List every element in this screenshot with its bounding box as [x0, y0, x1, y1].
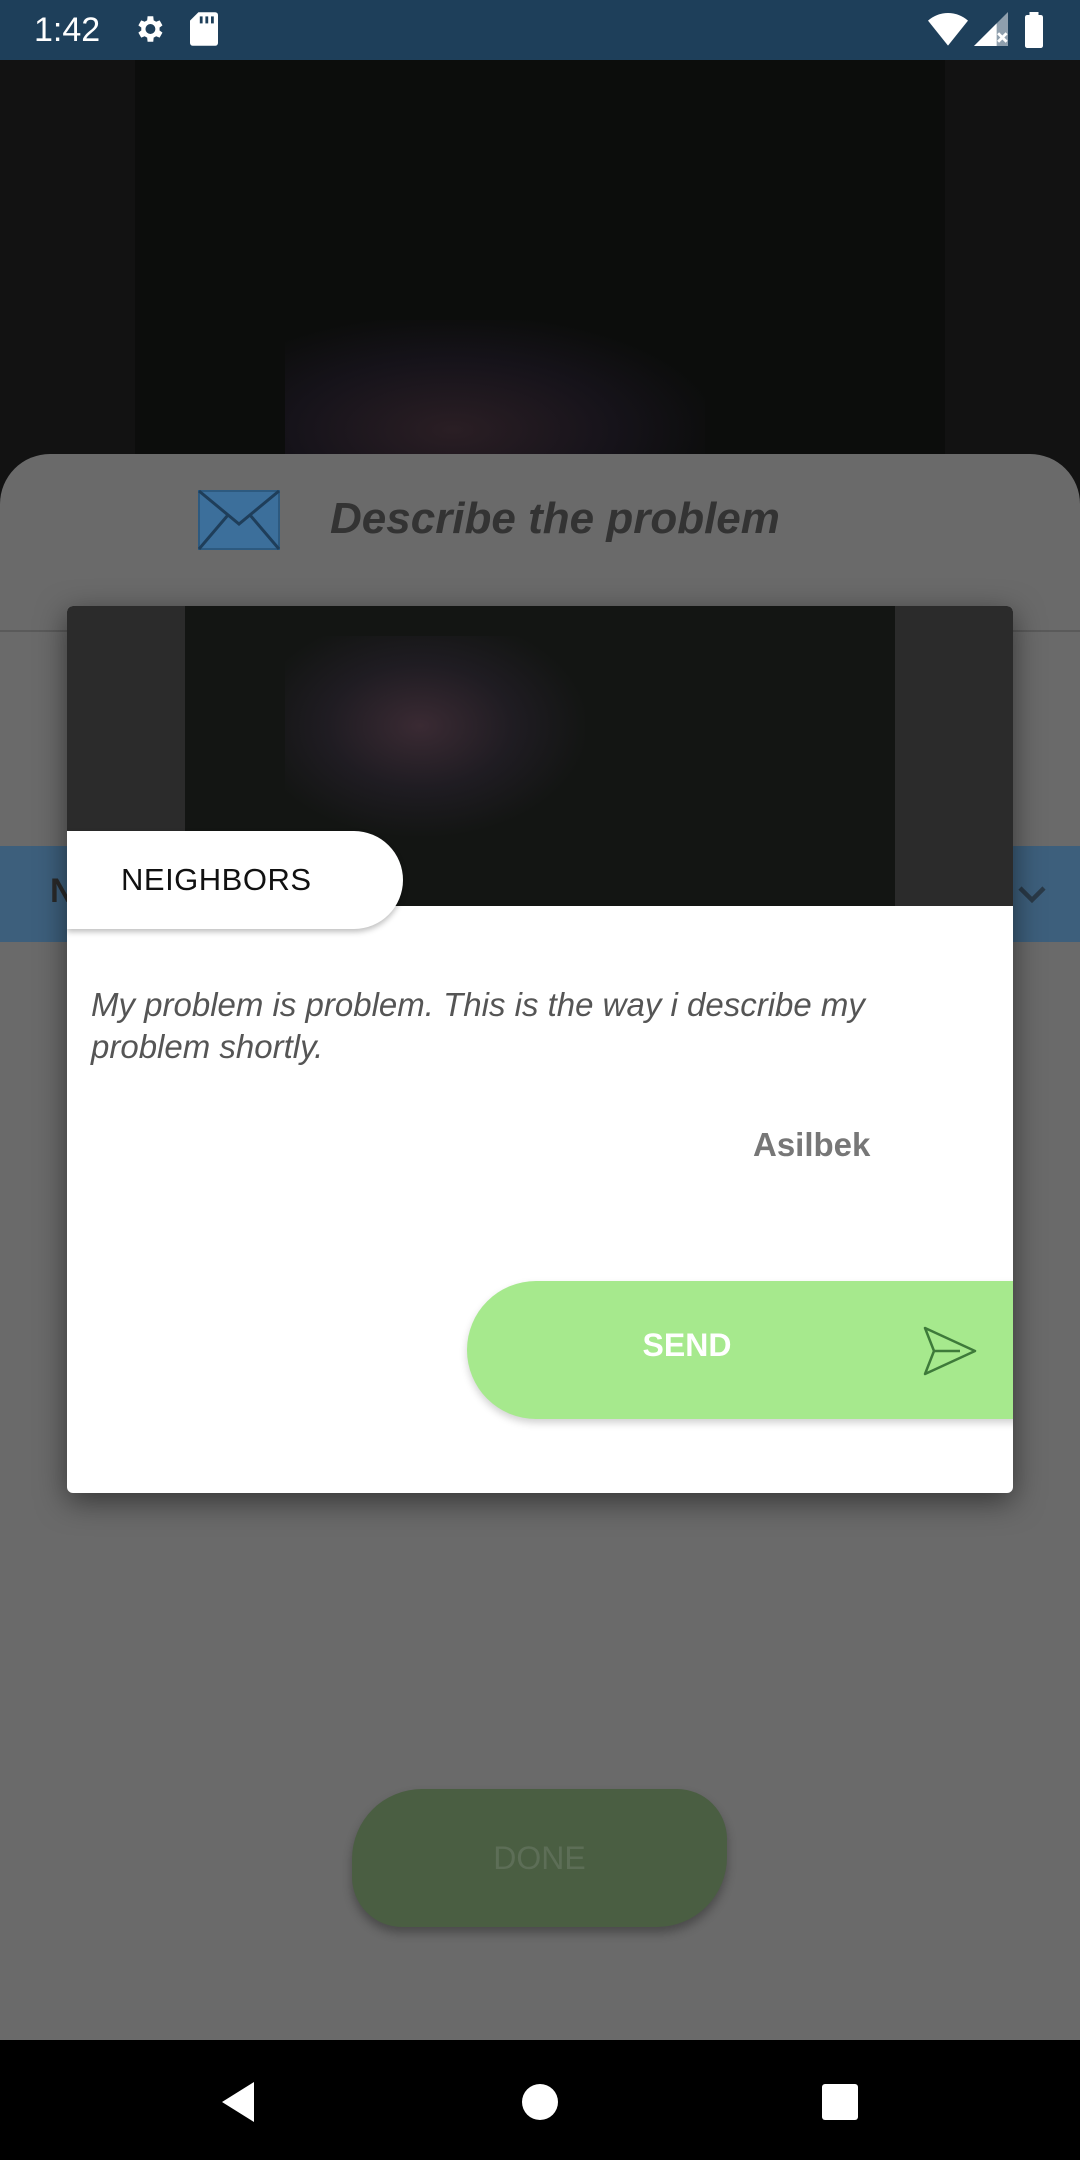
- wifi-icon: [928, 13, 968, 46]
- done-button[interactable]: DONE: [352, 1789, 727, 1927]
- sheet-title: Describe the problem: [330, 494, 780, 543]
- navigation-bar: [0, 2040, 1080, 2160]
- photo-image: [285, 636, 585, 836]
- send-button[interactable]: SEND: [467, 1281, 1013, 1419]
- category-badge: NEIGHBORS: [67, 831, 403, 929]
- recents-icon[interactable]: [820, 2080, 860, 2124]
- settings-icon: [138, 16, 163, 42]
- sd-card-icon: [190, 12, 218, 46]
- back-icon[interactable]: [218, 2080, 258, 2124]
- signal-icon: [974, 12, 1008, 46]
- chevron-down-icon: [1018, 886, 1046, 904]
- status-bar: 1:42: [0, 0, 1080, 60]
- home-icon[interactable]: [520, 2080, 560, 2124]
- battery-icon: [1025, 12, 1043, 48]
- author-name: Asilbek: [753, 1126, 871, 1163]
- send-label: SEND: [642, 1327, 732, 1363]
- mail-icon: [198, 490, 280, 550]
- status-time: 1:42: [34, 11, 101, 49]
- problem-description: My problem is problem. This is the way i…: [91, 986, 865, 1065]
- send-icon: [923, 1326, 977, 1376]
- category-label: NEIGHBORS: [121, 862, 312, 897]
- preview-dialog: NEIGHBORS My problem is problem. This is…: [67, 606, 1013, 1493]
